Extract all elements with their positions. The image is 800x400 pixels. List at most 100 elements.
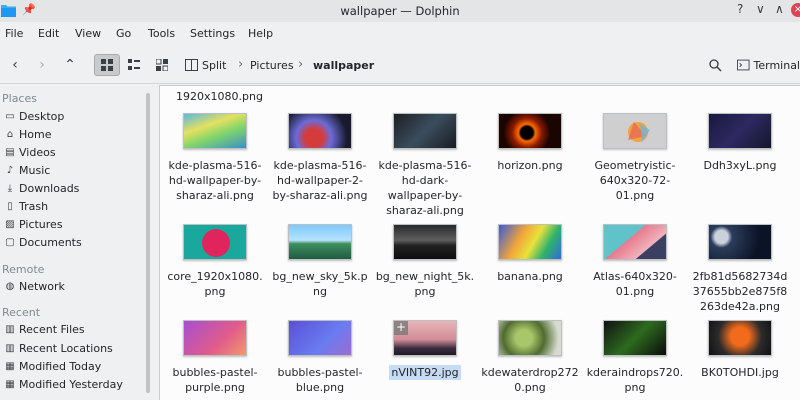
sidebar-item-videos[interactable]: ▤ Videos (4, 144, 55, 161)
file-item[interactable]: Geometryistic-640x320-72-01.png (585, 113, 685, 203)
file-item[interactable]: core_1920x1080.png (165, 224, 265, 299)
details-view-button[interactable] (152, 54, 172, 76)
help-button[interactable]: ? (737, 2, 743, 16)
file-item[interactable]: kderaindrops720.png (585, 320, 685, 395)
file-name: bg_new_night_5k.png (375, 270, 475, 298)
maximize-button[interactable]: ∧ (775, 2, 784, 16)
sidebar-scrollbar[interactable] (146, 93, 150, 393)
network-icon: ◍ (5, 281, 15, 292)
icons-view-button[interactable] (94, 54, 120, 76)
sidebar-item-network[interactable]: ◍ Network (4, 278, 65, 295)
up-button[interactable]: ⌃ (60, 54, 80, 76)
search-icon (708, 58, 722, 72)
file-name: bubbles-pastel-purple.png (172, 366, 258, 394)
file-item[interactable]: bg_new_sky_5k.png (270, 224, 370, 299)
file-name: Atlas-640x320-01.png (593, 270, 677, 298)
breadcrumb-separator-icon: › (298, 57, 304, 72)
menu-file[interactable]: File (5, 27, 23, 40)
menu-bar: File Edit View Go Tools Settings Help (0, 22, 800, 46)
file-name: horizon.png (497, 159, 563, 172)
sidebar-item-pictures[interactable]: ▨ Pictures (4, 216, 62, 233)
file-item[interactable]: kdewaterdrop2720.png (480, 320, 580, 395)
music-note-icon: ♪ (6, 165, 14, 176)
desktop-icon: ▭ (5, 111, 15, 122)
breadcrumb-separator-icon: › (238, 57, 244, 72)
file-item[interactable]: Atlas-640x320-01.png (585, 224, 685, 299)
thumbnail (603, 320, 667, 356)
file-name: kde-plasma-516-hd-dark-wallpaper-by-shar… (378, 159, 472, 217)
sidebar-item-downloads[interactable]: ⤓ Downloads (4, 180, 80, 197)
recent-files-icon: ▥ (5, 324, 15, 335)
menu-help[interactable]: Help (248, 27, 273, 40)
file-item[interactable]: bubbles-pastel-purple.png (165, 320, 265, 395)
terminal-label: Terminal (753, 58, 800, 72)
chevron-right-icon: › (39, 57, 45, 73)
breadcrumb-pictures[interactable]: Pictures (250, 59, 294, 72)
places-sidebar: Places ▭ Desktop ⌂ Home ▤ Videos ♪ Music ⤓ Do… (0, 85, 150, 400)
thumbnail (288, 224, 352, 260)
image-icon: ▨ (5, 219, 15, 230)
sidebar-item-documents[interactable]: ▢ Documents (4, 234, 81, 251)
file-item[interactable]: Ddh3xyL.png (690, 113, 790, 173)
file-item[interactable]: bg_new_night_5k.png (375, 224, 475, 299)
sidebar-item-recent-locations[interactable]: ▥ Recent Locations (4, 340, 113, 357)
recent-locations-icon: ▥ (5, 343, 15, 354)
thumbnail (603, 224, 667, 260)
thumbnail (708, 113, 772, 149)
menu-settings[interactable]: Settings (190, 27, 235, 40)
file-item[interactable]: 2fb81d5682734d37655bb2e875f8263de42a.png (690, 224, 790, 314)
home-icon: ⌂ (6, 129, 14, 140)
sidebar-item-trash[interactable]: ▯ Trash (4, 198, 48, 215)
sidebar-item-home[interactable]: ⌂ Home (4, 126, 52, 143)
grid-view-icon (101, 59, 113, 71)
thumbnail (498, 113, 562, 149)
forward-button[interactable]: › (33, 54, 51, 76)
compact-view-icon (128, 59, 140, 70)
sidebar-item-modified-today[interactable]: ▦ Modified Today (4, 358, 101, 375)
split-view-icon (185, 59, 198, 71)
remote-section-header: Remote (2, 263, 45, 276)
menu-view[interactable]: View (75, 27, 101, 40)
file-view[interactable]: 1920x1080.png kde-plasma-516-hd-wallpape… (159, 85, 800, 400)
chevron-up-icon: ⌃ (64, 57, 76, 73)
file-item[interactable]: kde-plasma-516-hd-wallpaper-by-sharaz-al… (165, 113, 265, 203)
file-item[interactable]: banana.png (480, 224, 580, 284)
sidebar-item-modified-yesterday[interactable]: ▦ Modified Yesterday (4, 376, 123, 393)
minimize-button[interactable]: ∨ (756, 2, 765, 16)
file-item[interactable]: kde-plasma-516-hd-dark-wallpaper-by-shar… (375, 113, 475, 218)
menu-edit[interactable]: Edit (38, 27, 59, 40)
breadcrumb-wallpaper[interactable]: wallpaper (313, 59, 374, 72)
title-bar: 📌 wallpaper — Dolphin ? ∨ ∧ × (0, 0, 800, 22)
back-button[interactable]: ‹ (6, 54, 24, 76)
thumbnail (183, 224, 247, 260)
split-label: Split (202, 58, 227, 72)
file-item[interactable]: BK0TOHDI.jpg (690, 320, 790, 380)
compact-view-button[interactable] (124, 54, 144, 76)
details-view-icon (156, 59, 168, 71)
add-to-selection-icon[interactable]: + (394, 321, 408, 335)
terminal-button[interactable]: Terminal (737, 54, 800, 76)
thumbnail (498, 224, 562, 260)
calendar-icon: ▦ (5, 361, 15, 372)
thumbnail: + (393, 320, 457, 356)
sidebar-item-music[interactable]: ♪ Music (4, 162, 51, 179)
thumbnail (498, 320, 562, 356)
file-name: kde-plasma-516-hd-wallpaper-2-by-sharaz-… (272, 159, 368, 202)
menu-go[interactable]: Go (116, 27, 131, 40)
chevron-left-icon: ‹ (12, 57, 18, 73)
file-item[interactable]: horizon.png (480, 113, 580, 173)
sidebar-item-recent-files[interactable]: ▥ Recent Files (4, 321, 84, 338)
thumbnail (288, 113, 352, 149)
close-button[interactable]: × (791, 3, 800, 17)
download-icon: ⤓ (7, 183, 13, 194)
menu-tools[interactable]: Tools (148, 27, 175, 40)
split-button[interactable]: Split (185, 54, 229, 76)
file-item[interactable]: kde-plasma-516-hd-wallpaper-2-by-sharaz-… (270, 113, 370, 203)
thumbnail (603, 113, 667, 149)
calendar-icon: ▦ (5, 379, 15, 390)
terminal-icon (737, 59, 750, 71)
file-item-selected[interactable]: + nVINT92.jpg (375, 320, 475, 380)
search-button[interactable] (705, 54, 725, 76)
sidebar-item-desktop[interactable]: ▭ Desktop (4, 108, 64, 125)
file-item[interactable]: bubbles-pastel-blue.png (270, 320, 370, 395)
